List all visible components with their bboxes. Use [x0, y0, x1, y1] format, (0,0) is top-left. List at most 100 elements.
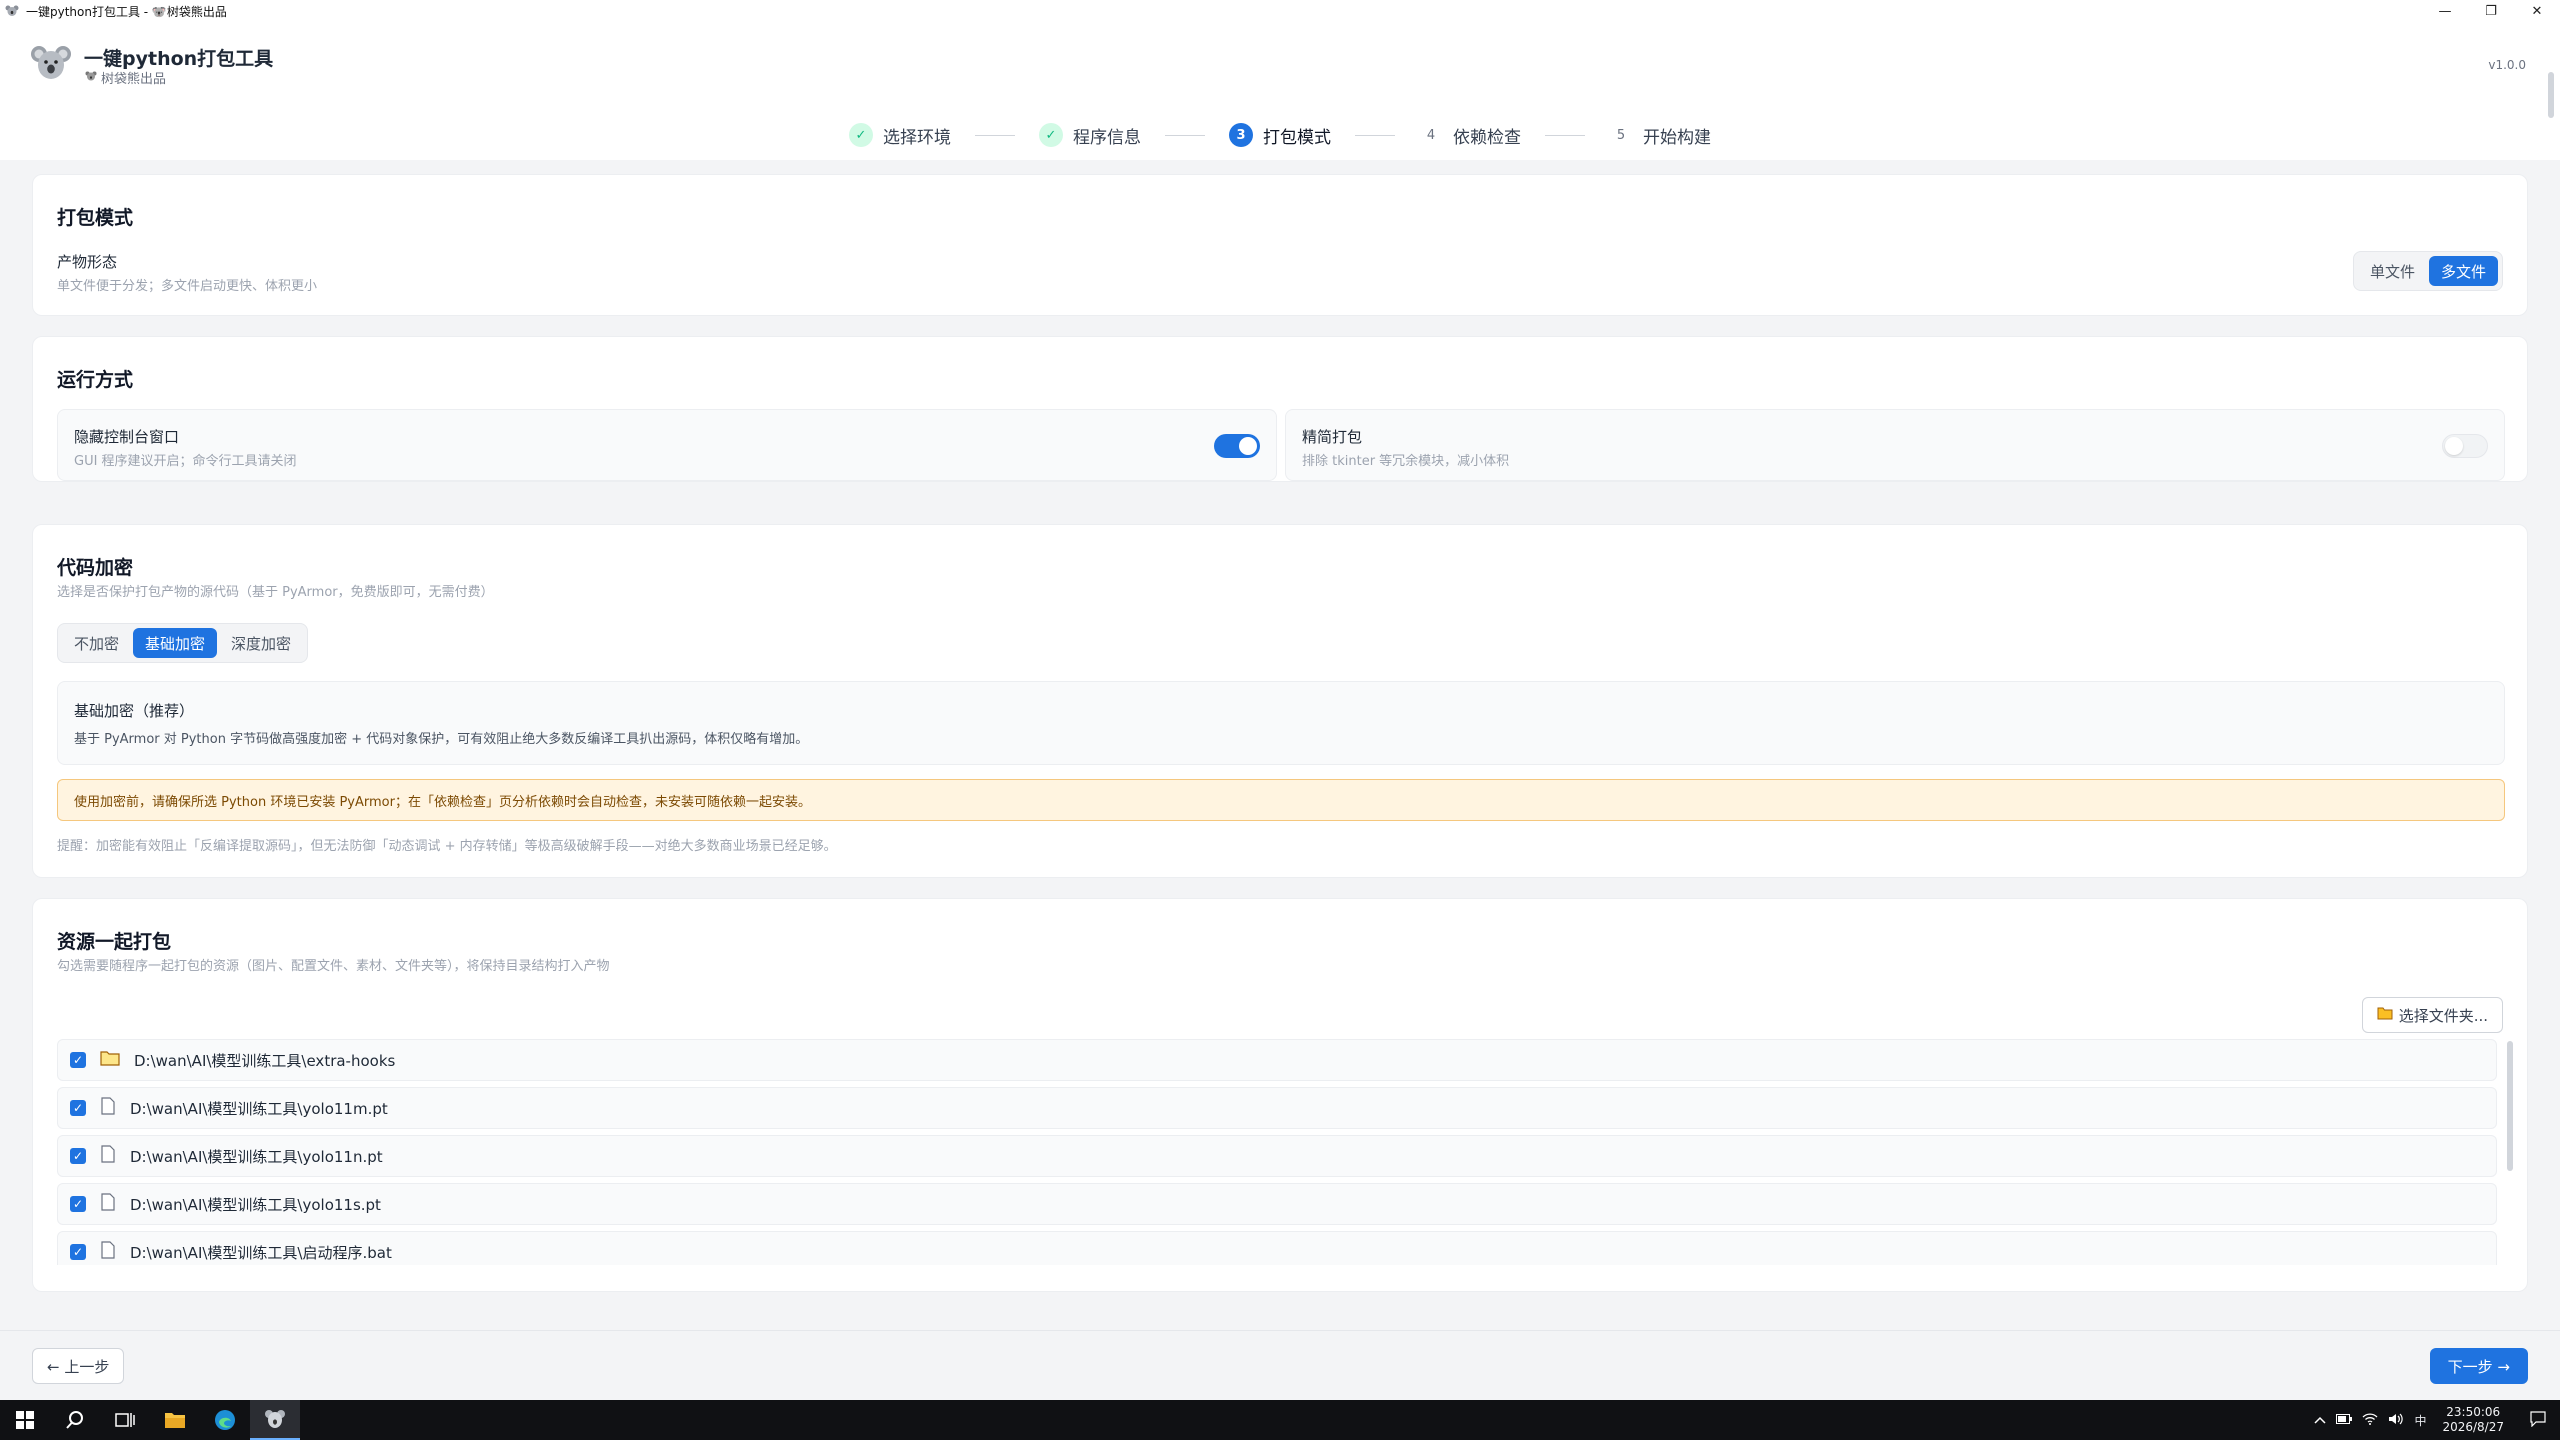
step-pack-mode[interactable]: 3 打包模式	[1229, 123, 1331, 148]
step-separator	[1165, 134, 1205, 136]
file-list-scrollbar[interactable]	[2507, 1041, 2513, 1171]
checkbox-checked[interactable]: ✓	[70, 1244, 86, 1260]
step-number: 4	[1426, 127, 1436, 143]
step-number: 5	[1616, 127, 1626, 143]
window-title: 一键python打包工具 - 🐨树袋熊出品	[26, 4, 227, 19]
checkbox-checked[interactable]: ✓	[70, 1196, 86, 1212]
checkbox-checked[interactable]: ✓	[70, 1100, 86, 1116]
windows-start-icon[interactable]	[0, 1400, 50, 1440]
list-item[interactable]: ✓ D:\wan\AI\模型训练工具\yolo11n.pt	[57, 1135, 2497, 1177]
page-scrollbar[interactable]	[2548, 72, 2554, 118]
list-item[interactable]: ✓ D:\wan\AI\模型训练工具\启动程序.bat	[57, 1231, 2497, 1265]
hide-console-label: 隐藏控制台窗口	[74, 428, 180, 446]
search-icon[interactable]	[50, 1400, 100, 1440]
encryption-detail-title: 基础加密（推荐）	[74, 702, 195, 720]
koala-logo-icon	[30, 42, 72, 84]
app-subtitle: 树袋熊出品	[85, 68, 166, 87]
list-item[interactable]: ✓ D:\wan\AI\模型训练工具\yolo11m.pt	[57, 1087, 2497, 1129]
step-program-info[interactable]: ✓ 程序信息	[1039, 123, 1141, 148]
step-dependency-check[interactable]: 4 依赖检查	[1419, 123, 1521, 148]
file-icon	[100, 1097, 116, 1119]
system-clock[interactable]: 23:50:06 2026/8/27	[2442, 1405, 2504, 1435]
hide-console-hint: GUI 程序建议开启；命令行工具请关闭	[74, 454, 297, 469]
step-number: 3	[1229, 123, 1253, 147]
multi-file-option[interactable]: 多文件	[2428, 256, 2498, 286]
step-label: 程序信息	[1073, 127, 1141, 148]
previous-step-button[interactable]: ← 上一步	[32, 1348, 125, 1384]
encryption-detail-desc: 基于 PyArmor 对 Python 字节码做高强度加密 + 代码对象保护，可…	[74, 732, 809, 747]
battery-icon[interactable]	[2336, 1413, 2353, 1427]
encryption-desc: 选择是否保护打包产物的源代码（基于 PyArmor，免费版即可，无需付费）	[57, 585, 494, 600]
resources-card: 资源一起打包 勾选需要随程序一起打包的资源（图片、配置文件、素材、文件夹等），将…	[32, 898, 2528, 1292]
single-file-option[interactable]: 单文件	[2358, 256, 2427, 286]
koala-app-taskbar-icon[interactable]	[250, 1400, 300, 1440]
pack-mode-title: 打包模式	[57, 207, 134, 229]
encryption-card: 代码加密 选择是否保护打包产物的源代码（基于 PyArmor，免费版即可，无需付…	[32, 524, 2528, 878]
step-check-icon: ✓	[849, 123, 873, 147]
hide-console-toggle[interactable]	[1214, 434, 1260, 458]
encryption-note: 提醒：加密能有效阻止「反编译提取源码」，但无法防御「动态调试 + 内存转储」等极…	[57, 839, 837, 854]
step-label: 选择环境	[883, 127, 951, 148]
choose-folder-button[interactable]: 选择文件夹...	[2361, 997, 2503, 1033]
close-button[interactable]: ✕	[2514, 0, 2560, 22]
notification-icon[interactable]	[2530, 1410, 2546, 1430]
resource-path: D:\wan\AI\模型训练工具\yolo11m.pt	[130, 1099, 388, 1118]
ime-indicator[interactable]: 中	[2414, 1412, 2426, 1429]
output-form-hint: 单文件便于分发；多文件启动更快、体积更小	[57, 279, 318, 294]
window-titlebar: 一键python打包工具 - 🐨树袋熊出品 — ❐ ✕	[0, 0, 2560, 22]
folder-icon	[100, 1050, 120, 1070]
step-select-env[interactable]: ✓ 选择环境	[849, 123, 951, 148]
run-mode-title: 运行方式	[57, 369, 134, 391]
resource-path: D:\wan\AI\模型训练工具\yolo11s.pt	[130, 1195, 381, 1214]
next-step-button[interactable]: 下一步 →	[2429, 1348, 2528, 1384]
file-explorer-icon[interactable]	[150, 1400, 200, 1440]
deep-encryption-option[interactable]: 深度加密	[219, 628, 303, 658]
task-view-icon[interactable]	[100, 1400, 150, 1440]
system-tray: 中 23:50:06 2026/8/27	[2314, 1400, 2560, 1440]
step-separator	[1355, 134, 1395, 136]
toggle-knob	[1239, 437, 1257, 455]
clock-date: 2026/8/27	[2442, 1420, 2504, 1434]
slim-pack-toggle[interactable]	[2442, 434, 2488, 458]
restore-button[interactable]: ❐	[2468, 0, 2514, 22]
windows-taskbar: 中 23:50:06 2026/8/27	[0, 1400, 2560, 1440]
slim-pack-label: 精简打包	[1302, 428, 1363, 446]
version-label: v1.0.0	[2488, 58, 2526, 72]
edge-browser-icon[interactable]	[200, 1400, 250, 1440]
list-item[interactable]: ✓ D:\wan\AI\模型训练工具\extra-hooks	[57, 1039, 2497, 1081]
folder-icon	[2377, 1006, 2393, 1024]
resource-path: D:\wan\AI\模型训练工具\yolo11n.pt	[130, 1147, 383, 1166]
wifi-icon[interactable]	[2362, 1412, 2378, 1428]
encryption-level-toggle: 不加密 基础加密 深度加密	[57, 623, 309, 663]
footer-divider	[0, 1330, 2560, 1331]
pack-mode-card: 打包模式 产物形态 单文件便于分发；多文件启动更快、体积更小 单文件 多文件	[32, 174, 2528, 316]
clock-time: 23:50:06	[2446, 1405, 2501, 1419]
list-item[interactable]: ✓ D:\wan\AI\模型训练工具\yolo11s.pt	[57, 1183, 2497, 1225]
encryption-detail-box: 基础加密（推荐） 基于 PyArmor 对 Python 字节码做高强度加密 +…	[57, 681, 2505, 765]
hide-console-option: 隐藏控制台窗口 GUI 程序建议开启；命令行工具请关闭	[57, 409, 1277, 481]
volume-icon[interactable]	[2388, 1413, 2404, 1428]
minimize-button[interactable]: —	[2422, 0, 2468, 22]
checkbox-checked[interactable]: ✓	[70, 1052, 86, 1068]
no-encryption-option[interactable]: 不加密	[62, 628, 131, 658]
step-label: 依赖检查	[1453, 127, 1521, 148]
step-indicator: ✓ 选择环境 ✓ 程序信息 3 打包模式 4 依赖检查 5 开始构建	[0, 110, 2560, 160]
run-mode-card: 运行方式 隐藏控制台窗口 GUI 程序建议开启；命令行工具请关闭 精简打包 排除…	[32, 336, 2528, 482]
file-icon	[100, 1145, 116, 1167]
file-icon	[100, 1193, 116, 1215]
chevron-up-icon[interactable]	[2314, 1413, 2326, 1427]
choose-folder-label: 选择文件夹...	[2398, 1006, 2488, 1025]
app-subtitle-text: 树袋熊出品	[101, 72, 167, 87]
checkbox-checked[interactable]: ✓	[70, 1148, 86, 1164]
encryption-title: 代码加密	[57, 557, 134, 579]
resources-desc: 勾选需要随程序一起打包的资源（图片、配置文件、素材、文件夹等），将保持目录结构打…	[57, 959, 610, 974]
step-label: 打包模式	[1263, 127, 1331, 148]
resource-path: D:\wan\AI\模型训练工具\启动程序.bat	[130, 1243, 392, 1262]
app-header: 一键python打包工具 树袋熊出品 v1.0.0	[0, 22, 2560, 110]
basic-encryption-option[interactable]: 基础加密	[133, 628, 218, 658]
output-form-toggle: 单文件 多文件	[2352, 251, 2503, 291]
step-check-icon: ✓	[1039, 123, 1063, 147]
step-start-build[interactable]: 5 开始构建	[1609, 123, 1711, 148]
step-separator	[975, 134, 1015, 136]
slim-pack-hint: 排除 tkinter 等冗余模块，减小体积	[1302, 454, 1510, 469]
